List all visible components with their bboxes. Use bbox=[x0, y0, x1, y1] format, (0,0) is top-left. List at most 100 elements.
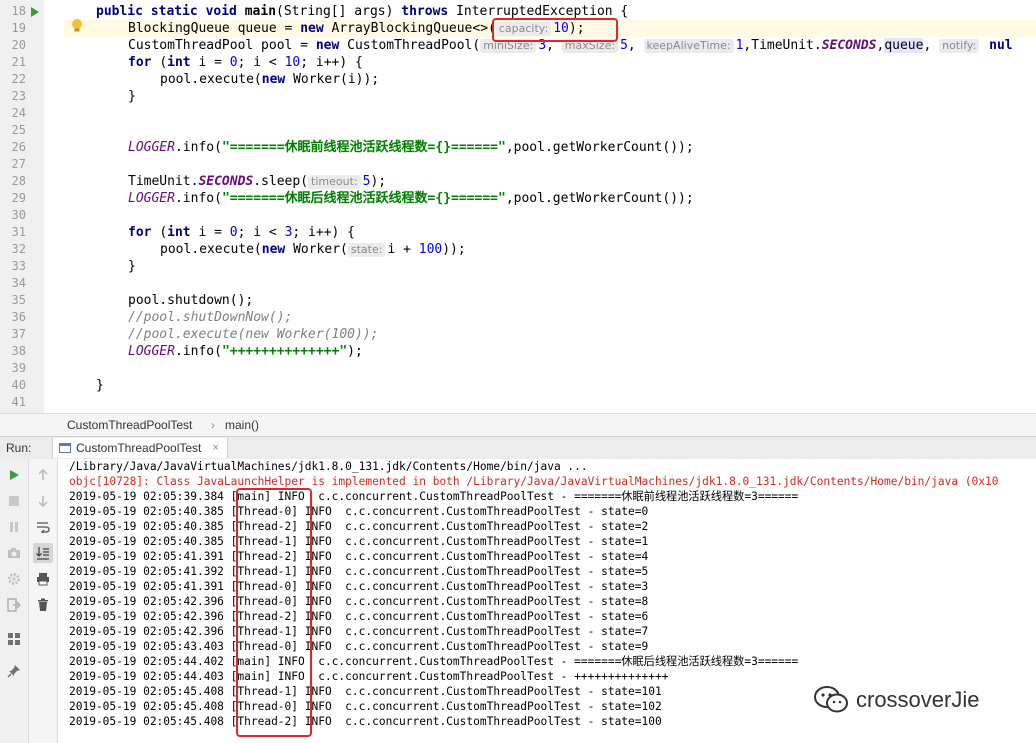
console-line[interactable]: 2019-05-19 02:05:44.402 [main] INFO c.c.… bbox=[69, 654, 798, 669]
run-tab-label: CustomThreadPoolTest bbox=[76, 441, 202, 455]
console-line[interactable]: 2019-05-19 02:05:42.396 [Thread-1] INFO … bbox=[69, 624, 648, 639]
camera-button[interactable] bbox=[4, 543, 24, 563]
console-line[interactable]: 2019-05-19 02:05:40.385 [Thread-2] INFO … bbox=[69, 519, 648, 534]
console-line[interactable]: 2019-05-19 02:05:41.391 [Thread-2] INFO … bbox=[69, 549, 648, 564]
line-number: 27 bbox=[11, 157, 26, 171]
console-line[interactable]: 2019-05-19 02:05:43.403 [Thread-0] INFO … bbox=[69, 639, 648, 654]
code-token: new bbox=[261, 72, 294, 87]
code-token: int bbox=[167, 225, 199, 240]
code-token: public static void bbox=[96, 4, 245, 19]
pin-button[interactable] bbox=[4, 661, 24, 681]
arrow-down-icon bbox=[38, 496, 48, 507]
line-number: 39 bbox=[11, 361, 26, 375]
arrow-up-icon bbox=[38, 469, 48, 480]
console-line[interactable]: 2019-05-19 02:05:45.408 [Thread-1] INFO … bbox=[69, 684, 662, 699]
code-token: i + bbox=[387, 242, 419, 257]
close-icon[interactable]: × bbox=[212, 442, 218, 454]
run-tab[interactable]: CustomThreadPoolTest × bbox=[52, 438, 228, 458]
console-line[interactable]: /Library/Java/JavaVirtualMachines/jdk1.8… bbox=[69, 459, 588, 474]
code-token: .info( bbox=[174, 191, 222, 206]
line-number: 26 bbox=[11, 140, 26, 154]
stop-button[interactable] bbox=[4, 491, 24, 511]
soft-wrap-button[interactable] bbox=[33, 517, 53, 537]
code-token: new bbox=[315, 38, 348, 53]
line-number: 29 bbox=[11, 191, 26, 205]
console-line[interactable]: objc[10728]: Class JavaLaunchHelper is i… bbox=[69, 474, 999, 489]
line-number: 24 bbox=[11, 106, 26, 120]
scroll-down-button[interactable] bbox=[33, 491, 53, 511]
code-line: LOGGER.info("++++++++++++++"); bbox=[128, 343, 363, 360]
code-token: for bbox=[128, 55, 160, 70]
parameter-hint: state: bbox=[347, 243, 386, 257]
console-line[interactable]: 2019-05-19 02:05:42.396 [Thread-0] INFO … bbox=[69, 594, 648, 609]
code-line: } bbox=[128, 259, 136, 274]
code-token: InterruptedException { bbox=[456, 4, 629, 19]
code-token: )); bbox=[442, 242, 466, 257]
code-line: LOGGER.info("=======休眠后线程池活跃线程数={}======… bbox=[128, 190, 694, 207]
settings-button[interactable] bbox=[4, 569, 24, 589]
line-number: 31 bbox=[11, 225, 26, 239]
console-line[interactable]: 2019-05-19 02:05:45.408 [Thread-2] INFO … bbox=[69, 714, 662, 729]
line-number: 22 bbox=[11, 72, 26, 86]
pin-icon bbox=[7, 665, 20, 678]
code-line: pool.shutdown(); bbox=[128, 293, 254, 308]
code-token: main bbox=[244, 4, 277, 19]
lightbulb-icon[interactable] bbox=[70, 18, 84, 34]
code-line: pool.execute(new Worker(i)); bbox=[160, 71, 379, 88]
code-token: 5 bbox=[620, 38, 628, 53]
code-token: ( bbox=[159, 225, 168, 240]
code-token: CustomThreadPool( bbox=[347, 38, 481, 53]
layout-button[interactable] bbox=[4, 629, 24, 649]
scroll-up-button[interactable] bbox=[33, 465, 53, 485]
console-line[interactable]: 2019-05-19 02:05:41.391 [Thread-0] INFO … bbox=[69, 579, 648, 594]
code-token: 100 bbox=[418, 242, 443, 257]
scroll-to-end-button[interactable] bbox=[33, 543, 53, 563]
line-number: 34 bbox=[11, 276, 26, 290]
parameter-hint: keepAliveTime: bbox=[643, 39, 734, 53]
breadcrumb-method[interactable]: main() bbox=[225, 418, 259, 432]
code-token: .info( bbox=[174, 344, 222, 359]
console-line[interactable]: 2019-05-19 02:05:44.403 [main] INFO c.c.… bbox=[69, 669, 668, 684]
console-line[interactable]: 2019-05-19 02:05:40.385 [Thread-0] INFO … bbox=[69, 504, 648, 519]
code-token: ; i++) { bbox=[292, 225, 356, 240]
thread-column-highlight-box bbox=[236, 488, 312, 737]
code-line: TimeUnit.SECONDS.sleep(timeout: 5); bbox=[128, 173, 386, 190]
console-line[interactable]: 2019-05-19 02:05:42.396 [Thread-2] INFO … bbox=[69, 609, 648, 624]
line-number: 21 bbox=[11, 55, 26, 69]
console-line[interactable]: 2019-05-19 02:05:40.385 [Thread-1] INFO … bbox=[69, 534, 648, 549]
rerun-button[interactable] bbox=[4, 465, 24, 485]
soft-wrap-icon bbox=[37, 522, 50, 533]
pause-button[interactable] bbox=[4, 517, 24, 537]
code-area[interactable]: public static void main(String[] args) t… bbox=[96, 0, 1036, 413]
code-line: LOGGER.info("=======休眠前线程池活跃线程数={}======… bbox=[128, 139, 694, 156]
code-token: "=======休眠前线程池活跃线程数={}======" bbox=[221, 140, 506, 155]
console-line[interactable]: 2019-05-19 02:05:45.408 [Thread-0] INFO … bbox=[69, 699, 662, 714]
parameter-hint: notify: bbox=[939, 39, 980, 53]
layout-icon bbox=[8, 633, 20, 645]
line-number: 25 bbox=[11, 123, 26, 137]
code-token: SECONDS bbox=[198, 174, 254, 189]
line-number-gutter[interactable]: 18 19 20 21 22 23 24 25 26 27 28 29 30 3… bbox=[0, 0, 45, 413]
code-editor[interactable]: 18 19 20 21 22 23 24 25 26 27 28 29 30 3… bbox=[0, 0, 1036, 413]
print-button[interactable] bbox=[33, 569, 53, 589]
code-token: TimeUnit. bbox=[128, 174, 199, 189]
run-toolbar-primary bbox=[0, 459, 29, 743]
code-line: for (int i = 0; i < 3; i++) { bbox=[128, 224, 355, 241]
clear-all-button[interactable] bbox=[33, 595, 53, 615]
breadcrumb-class[interactable]: CustomThreadPoolTest bbox=[67, 418, 192, 432]
line-number: 30 bbox=[11, 208, 26, 222]
code-token: Worker( bbox=[293, 242, 348, 257]
wechat-icon bbox=[814, 686, 848, 713]
line-number: 33 bbox=[11, 259, 26, 273]
console-line[interactable]: 2019-05-19 02:05:41.392 [Thread-1] INFO … bbox=[69, 564, 648, 579]
console-line[interactable]: 2019-05-19 02:05:39.384 [main] INFO c.c.… bbox=[69, 489, 798, 504]
code-token: .info( bbox=[174, 140, 222, 155]
code-token: ,pool.getWorkerCount()); bbox=[505, 140, 694, 155]
code-token: ( bbox=[159, 55, 168, 70]
code-token: ); bbox=[347, 344, 363, 359]
exit-button[interactable] bbox=[4, 595, 24, 615]
line-number: 40 bbox=[11, 378, 26, 392]
code-token: i = bbox=[198, 225, 230, 240]
exit-icon bbox=[7, 598, 21, 612]
run-gutter-icon[interactable] bbox=[30, 6, 40, 18]
